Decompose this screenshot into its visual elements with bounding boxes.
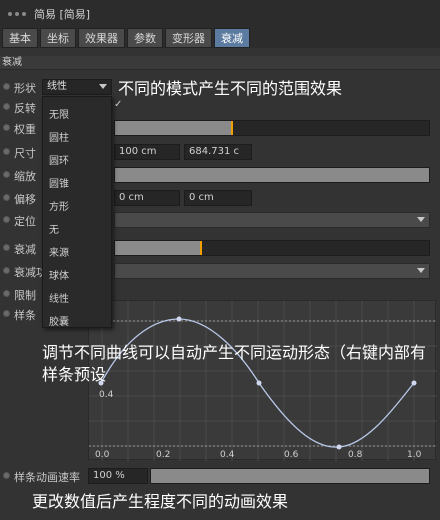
- label-weight: 权重: [14, 123, 36, 136]
- tab-bar: 基本 坐标 效果器 参数 变形器 衰减: [0, 28, 440, 48]
- shape-option-source[interactable]: 来源: [49, 244, 69, 259]
- keyframe-radio-spline-speed[interactable]: [3, 472, 10, 479]
- spline-point[interactable]: [176, 316, 182, 322]
- x-tick-label: 0.0: [95, 450, 110, 460]
- x-tick-label: 1.0: [407, 450, 422, 460]
- scale-slider[interactable]: [114, 167, 430, 183]
- falloff-slider-thumb[interactable]: [199, 241, 202, 255]
- invert-checkbox[interactable]: ✓: [114, 99, 122, 110]
- spline-speed-slider-fill: [151, 469, 429, 483]
- shape-option-infinite[interactable]: 无限: [49, 106, 69, 121]
- label-offset: 偏移: [14, 193, 36, 206]
- label-spline: 样条: [14, 309, 36, 322]
- keyframe-radio-offset[interactable]: [3, 194, 10, 201]
- x-tick-label: 0.2: [156, 450, 170, 460]
- spline-speed-slider[interactable]: [150, 468, 430, 484]
- size-y-input[interactable]: 684.731 c: [184, 144, 252, 160]
- keyframe-radio-falloff-function[interactable]: [3, 267, 10, 274]
- keyframe-radio-invert[interactable]: [3, 103, 10, 110]
- tab-basic[interactable]: 基本: [2, 28, 38, 48]
- label-falloff: 衰减: [14, 243, 36, 256]
- keyframe-radio-size[interactable]: [3, 148, 10, 155]
- keyframe-radio-shape[interactable]: [3, 83, 10, 90]
- label-limit: 限制: [14, 289, 36, 302]
- annotation-bottom: 更改数值后产生程度不同的动画效果: [32, 492, 289, 511]
- scale-slider-fill: [115, 168, 429, 182]
- shape-dropdown-menu: 无限 圆柱 圆环 圆锥 方形 无 来源 球体 线性 胶囊: [42, 96, 112, 328]
- x-tick-label: 0.6: [284, 450, 299, 460]
- annotation-top: 不同的模式产生不同的范围效果: [118, 79, 343, 98]
- shape-option-capsule[interactable]: 胶囊: [49, 313, 69, 328]
- window-titlebar: 简易 [简易]: [0, 0, 440, 28]
- annotation-middle: 调节不同曲线可以自动产生不同运动形态（右键内部有样条预设: [42, 343, 427, 384]
- chevron-down-icon: [417, 268, 425, 273]
- falloff-slider[interactable]: [114, 240, 430, 256]
- weight-slider-thumb[interactable]: [231, 121, 234, 135]
- tab-coord[interactable]: 坐标: [40, 28, 76, 48]
- label-size: 尺寸: [14, 147, 36, 160]
- offset-x-input[interactable]: 0 cm: [114, 190, 180, 206]
- shape-select[interactable]: 线性: [42, 79, 112, 95]
- x-tick-label: 0.8: [348, 450, 363, 460]
- keyframe-radio-weight[interactable]: [3, 124, 10, 131]
- tab-deformer[interactable]: 变形器: [165, 28, 212, 48]
- shape-option-cylinder[interactable]: 圆柱: [49, 129, 69, 144]
- drag-handle-icon[interactable]: [8, 12, 26, 16]
- label-scale: 缩放: [14, 170, 36, 183]
- spline-speed-input[interactable]: 100 %: [88, 468, 148, 484]
- tab-params[interactable]: 参数: [127, 28, 163, 48]
- x-tick-label: 0.4: [220, 450, 235, 460]
- keyframe-radio-spline[interactable]: [3, 310, 10, 317]
- orientation-select[interactable]: [114, 212, 430, 228]
- label-shape: 形状: [14, 82, 36, 95]
- shape-option-sphere[interactable]: 球体: [49, 267, 69, 282]
- shape-option-none[interactable]: 无: [49, 221, 59, 236]
- tab-effector[interactable]: 效果器: [78, 28, 125, 48]
- weight-slider[interactable]: [114, 120, 430, 136]
- falloff-slider-fill: [115, 241, 200, 255]
- keyframe-radio-limit[interactable]: [3, 290, 10, 297]
- shape-select-value: 线性: [47, 81, 67, 92]
- offset-y-input[interactable]: 0 cm: [184, 190, 252, 206]
- size-x-input[interactable]: 100 cm: [114, 144, 180, 160]
- section-header: 衰减: [0, 56, 440, 70]
- keyframe-radio-scale[interactable]: [3, 171, 10, 178]
- shape-option-cone[interactable]: 圆锥: [49, 175, 69, 190]
- shape-option-box[interactable]: 方形: [49, 198, 69, 213]
- falloff-function-select[interactable]: [114, 263, 430, 279]
- tab-falloff[interactable]: 衰减: [214, 28, 250, 48]
- label-spline-speed: 样条动画速率: [14, 471, 80, 484]
- keyframe-radio-falloff[interactable]: [3, 244, 10, 251]
- spline-point[interactable]: [336, 444, 342, 450]
- shape-option-torus[interactable]: 圆环: [49, 152, 69, 167]
- keyframe-radio-orientation[interactable]: [3, 216, 10, 223]
- label-invert: 反转: [14, 102, 36, 115]
- chevron-down-icon: [417, 217, 425, 222]
- chevron-down-icon: [99, 84, 107, 89]
- window-title: 简易 [简易]: [34, 8, 91, 21]
- weight-slider-fill: [115, 121, 232, 135]
- y-tick-label: 0.4: [99, 390, 114, 400]
- shape-option-linear[interactable]: 线性: [49, 290, 69, 305]
- label-orientation: 定位: [14, 215, 36, 228]
